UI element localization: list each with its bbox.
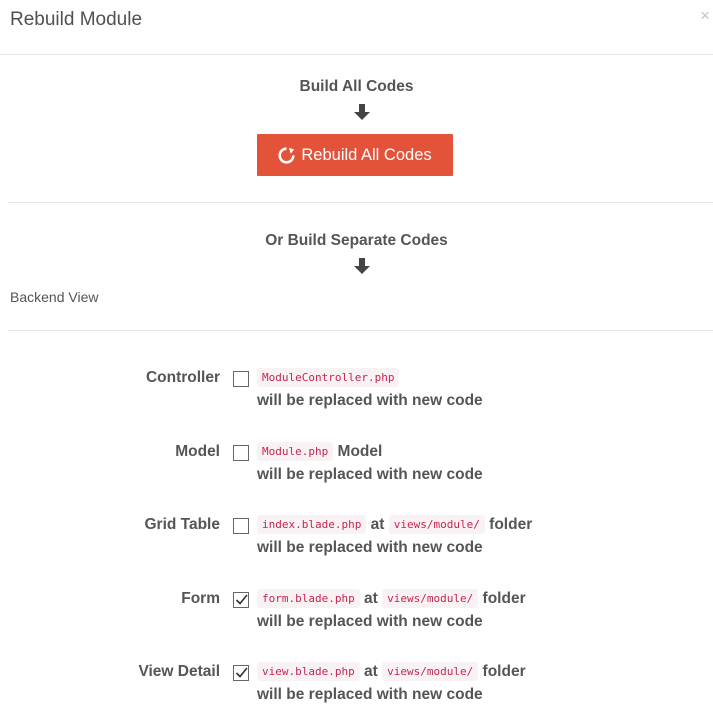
folder-path: views/module/ (382, 589, 479, 608)
file-name: index.blade.php (257, 515, 367, 534)
modal-title: Rebuild Module (10, 9, 143, 30)
option-note: will be replaced with new code (257, 686, 483, 703)
option-label: Controller (145, 369, 220, 386)
folder-path: views/module/ (388, 515, 485, 534)
divider (8, 202, 713, 203)
option-description: view.blade.php at views/module/ folder (257, 662, 526, 681)
option-row-grid-table: Grid Table index.blade.php at views/modu… (0, 515, 713, 566)
rebuild-all-label: Rebuild All Codes (301, 145, 432, 164)
file-name: ModuleController.php (257, 368, 400, 387)
folder-suffix: folder (489, 516, 533, 533)
backend-view-label: Backend View (10, 289, 99, 305)
option-row-model: Model Module.php Model will be replaced … (0, 442, 713, 493)
file-name: form.blade.php (257, 589, 360, 608)
divider (8, 330, 713, 331)
folder-path: views/module/ (382, 662, 479, 681)
arrow-down-icon (354, 104, 370, 120)
separate-heading: Or Build Separate Codes (265, 232, 448, 249)
file-suffix: at (364, 663, 378, 680)
option-label: Grid Table (144, 516, 220, 533)
option-label: Form (181, 590, 220, 607)
file-suffix: at (364, 590, 378, 607)
file-name: view.blade.php (257, 662, 360, 681)
file-suffix: Model (337, 443, 383, 460)
option-note: will be replaced with new code (257, 466, 483, 483)
option-note: will be replaced with new code (257, 539, 483, 556)
rebuild-all-button[interactable]: Rebuild All Codes (257, 134, 453, 176)
file-name: Module.php (257, 442, 334, 461)
option-row-view-detail: View Detail view.blade.php at views/modu… (0, 662, 713, 713)
modal-header: Rebuild Module × (0, 0, 713, 55)
refresh-icon (278, 146, 295, 164)
option-description: Module.php Model (257, 442, 383, 461)
build-all-heading: Build All Codes (299, 78, 414, 95)
option-note: will be replaced with new code (257, 392, 483, 409)
file-suffix: at (370, 516, 385, 533)
folder-suffix: folder (482, 590, 526, 607)
check-icon (235, 594, 248, 605)
option-description: ModuleController.php (257, 368, 400, 387)
form-checkbox[interactable] (233, 592, 249, 608)
folder-suffix: folder (482, 663, 526, 680)
option-label: Model (175, 443, 220, 460)
option-description: index.blade.php at views/module/ folder (257, 515, 533, 534)
option-row-controller: Controller ModuleController.php will be … (0, 368, 713, 419)
option-description: form.blade.php at views/module/ folder (257, 589, 526, 608)
model-checkbox[interactable] (233, 445, 249, 461)
option-row-form: Form form.blade.php at views/module/ fol… (0, 589, 713, 640)
view-detail-checkbox[interactable] (233, 665, 249, 681)
close-icon[interactable]: × (700, 6, 710, 26)
option-note: will be replaced with new code (257, 613, 483, 630)
option-label: View Detail (138, 663, 220, 680)
check-icon (235, 667, 248, 678)
grid-table-checkbox[interactable] (233, 518, 249, 534)
arrow-down-icon (354, 258, 370, 274)
controller-checkbox[interactable] (233, 371, 249, 387)
